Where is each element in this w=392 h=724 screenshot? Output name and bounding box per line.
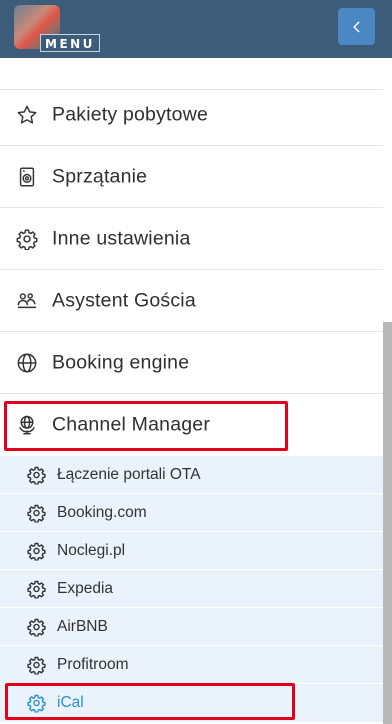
menu-item-asystent-goscia[interactable]: Asystent Gościa — [0, 270, 383, 332]
back-button[interactable] — [338, 8, 375, 45]
menu-item-sprzatanie[interactable]: Sprzątanie — [0, 146, 383, 208]
submenu-item-label: AirBNB — [57, 617, 108, 635]
menu-item-label: Sprzątanie — [52, 165, 148, 187]
submenu-item-label: Noclegi.pl — [57, 541, 126, 559]
gear-icon — [27, 617, 46, 636]
menu-item-label: Pakiety pobytowe — [52, 103, 209, 125]
submenu-item-profitroom[interactable]: Profitroom — [0, 646, 383, 684]
menu-label[interactable]: MENU — [40, 34, 100, 52]
menu-item-booking-engine[interactable]: Booking engine — [0, 332, 383, 394]
submenu-item-label: Łączenie portali OTA — [57, 465, 201, 483]
star-icon — [16, 104, 38, 126]
globe-icon — [16, 352, 38, 374]
scrollbar-thumb[interactable] — [383, 322, 392, 724]
submenu-item-noclegi-pl[interactable]: Noclegi.pl — [0, 532, 383, 570]
menu-item-pakiety-pobytowe[interactable]: Pakiety pobytowe — [0, 84, 383, 146]
washing-machine-icon — [16, 166, 38, 188]
chevron-left-icon — [350, 20, 364, 34]
submenu-item-airbnb[interactable]: AirBNB — [0, 608, 383, 646]
highlight-channel-manager — [4, 401, 288, 451]
submenu-item-laczenie-portali-ota[interactable]: Łączenie portali OTA — [0, 456, 383, 494]
gear-icon — [27, 579, 46, 598]
menu-item-label: Inne ustawienia — [52, 227, 191, 249]
submenu-item-expedia[interactable]: Expedia — [0, 570, 383, 608]
people-icon — [16, 290, 38, 312]
highlight-ical — [5, 683, 295, 720]
gear-icon — [16, 228, 38, 250]
submenu-item-label: Profitroom — [57, 655, 129, 673]
menu-item-label: Booking engine — [52, 351, 190, 373]
menu-item-label: Asystent Gościa — [52, 289, 196, 311]
top-header: MENU — [0, 0, 392, 58]
submenu-item-label: Expedia — [57, 579, 114, 597]
submenu-item-label: Booking.com — [57, 503, 147, 521]
gear-icon — [27, 541, 46, 560]
gear-icon — [27, 503, 46, 522]
gear-icon — [27, 655, 46, 674]
submenu-item-booking-com[interactable]: Booking.com — [0, 494, 383, 532]
gear-icon — [27, 465, 46, 484]
menu-item-inne-ustawienia[interactable]: Inne ustawienia — [0, 208, 383, 270]
